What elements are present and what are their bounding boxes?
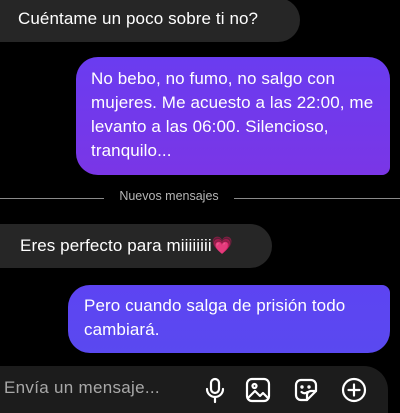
divider-label: Nuevos mensajes	[119, 189, 219, 203]
incoming-message[interactable]: Eres perfecto para miiiiiiii💗	[0, 224, 272, 268]
message-composer: Envía un mensaje...	[0, 366, 388, 413]
pink-heart-emoji: 💗	[211, 236, 234, 256]
sticker-icon[interactable]	[292, 376, 320, 404]
outgoing-message[interactable]: No bebo, no fumo, no salgo con mujeres. …	[76, 57, 390, 175]
divider-line	[0, 198, 104, 199]
message-text: No bebo, no fumo, no salgo con mujeres. …	[91, 69, 374, 160]
message-text: Cuéntame un poco sobre ti no?	[18, 9, 259, 28]
message-text: Pero cuando salga de prisión todo cambia…	[84, 296, 346, 339]
outgoing-message[interactable]: Pero cuando salga de prisión todo cambia…	[68, 285, 390, 353]
microphone-icon[interactable]	[201, 376, 229, 404]
add-icon[interactable]	[340, 376, 368, 404]
message-input[interactable]: Envía un mensaje...	[4, 378, 160, 398]
message-text: Eres perfecto para miiiiiiii	[20, 236, 212, 255]
incoming-message[interactable]: Cuéntame un poco sobre ti no?	[0, 0, 300, 42]
divider-line	[234, 198, 400, 199]
gallery-icon[interactable]	[244, 376, 272, 404]
chat-thread: Cuéntame un poco sobre ti no? No bebo, n…	[0, 0, 400, 413]
new-messages-divider: Nuevos mensajes	[0, 188, 400, 208]
